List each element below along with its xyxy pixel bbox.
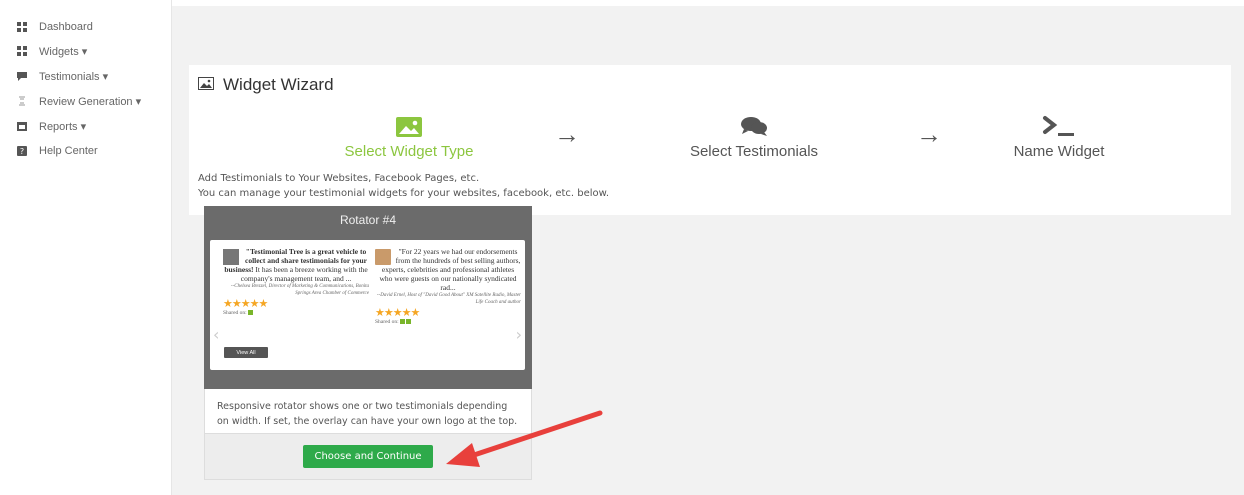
step-label: Select Widget Type [344,143,474,160]
comments-icon [679,115,829,139]
terminal-icon [1004,115,1114,139]
testimonial-quote: "Testimonial Tree is a great vehicle to … [224,247,368,283]
review-icon [16,95,28,107]
step-arrow: → [554,119,580,149]
testimonial-quote: "For 22 years we had our endorsements fr… [379,247,521,292]
rating-stars: ★★★★★ [375,307,420,319]
sidebar-item-label: Reports ▾ [39,120,87,133]
sidebar-item-label: Dashboard [39,21,93,33]
share-icon [406,319,412,325]
preview-frame: ‹ › "Testimonial Tree is a great vehicle… [210,240,525,370]
facebook-icon [400,319,406,325]
sidebar-item-review-generation[interactable]: Review Generation ▾ [0,91,141,111]
card-title: Rotator #4 [204,206,532,234]
shared-on: Shared on: [223,310,369,316]
choose-and-continue-button[interactable]: Choose and Continue [303,445,433,468]
testimonial-attribution: --David Ernel, Host of "David Good About… [376,293,521,305]
testimonial-2: "For 22 years we had our endorsements fr… [375,247,521,325]
sidebar-item-dashboard[interactable]: Dashboard [0,17,93,37]
wizard-description-line2: You can manage your testimonial widgets … [198,188,610,199]
sidebar-item-label: Help Center [39,145,98,157]
annotation-arrow-icon [446,410,603,467]
step-name-widget[interactable]: Name Widget [1004,115,1114,160]
step-select-testimonials[interactable]: Select Testimonials [679,115,829,160]
testimonial-1: "Testimonial Tree is a great vehicle to … [223,247,369,316]
widget-wizard-panel: Widget Wizard Select Widget Type → Selec… [189,65,1231,215]
rating-stars: ★★★★★ [223,298,268,310]
image-icon [339,117,479,139]
avatar [223,249,239,265]
top-bar [172,0,1244,6]
page-title: Widget Wizard [198,75,334,95]
sidebar-item-testimonials[interactable]: Testimonials ▾ [0,66,108,86]
title-text: Widget Wizard [223,75,334,94]
facebook-icon [248,310,254,316]
sidebar-item-help-center[interactable]: ? Help Center [0,141,98,161]
sidebar-item-label: Review Generation ▾ [39,95,142,108]
widget-preview: ‹ › "Testimonial Tree is a great vehicle… [204,234,532,389]
shared-on: Shared on: [375,319,521,325]
step-select-widget-type[interactable]: Select Widget Type [339,117,479,160]
sidebar-item-label: Testimonials ▾ [39,70,109,83]
help-icon: ? [16,145,28,157]
image-icon [198,75,214,95]
grid-icon [16,21,28,33]
testimonial-attribution: --Chelsea Brezzel, Director of Marketing… [230,284,369,296]
comment-icon [16,70,28,82]
svg-text:?: ? [20,147,24,156]
step-label: Select Testimonials [689,143,819,160]
sidebar-item-widgets[interactable]: Widgets ▾ [0,41,87,61]
sidebar: Dashboard Widgets ▾ Testimonials ▾ Revie… [0,0,172,495]
sidebar-item-label: Widgets ▾ [39,45,88,58]
chevron-left-icon: ‹ [213,325,220,344]
grid-icon [16,45,28,57]
step-arrow: → [916,119,942,149]
step-label: Name Widget [1013,143,1105,160]
avatar [375,249,391,265]
calendar-icon [16,120,28,132]
wizard-description-line1: Add Testimonials to Your Websites, Faceb… [198,173,480,184]
sidebar-item-reports[interactable]: Reports ▾ [0,116,86,136]
chevron-right-icon: › [515,325,522,344]
view-all-button[interactable]: View All [224,347,268,358]
